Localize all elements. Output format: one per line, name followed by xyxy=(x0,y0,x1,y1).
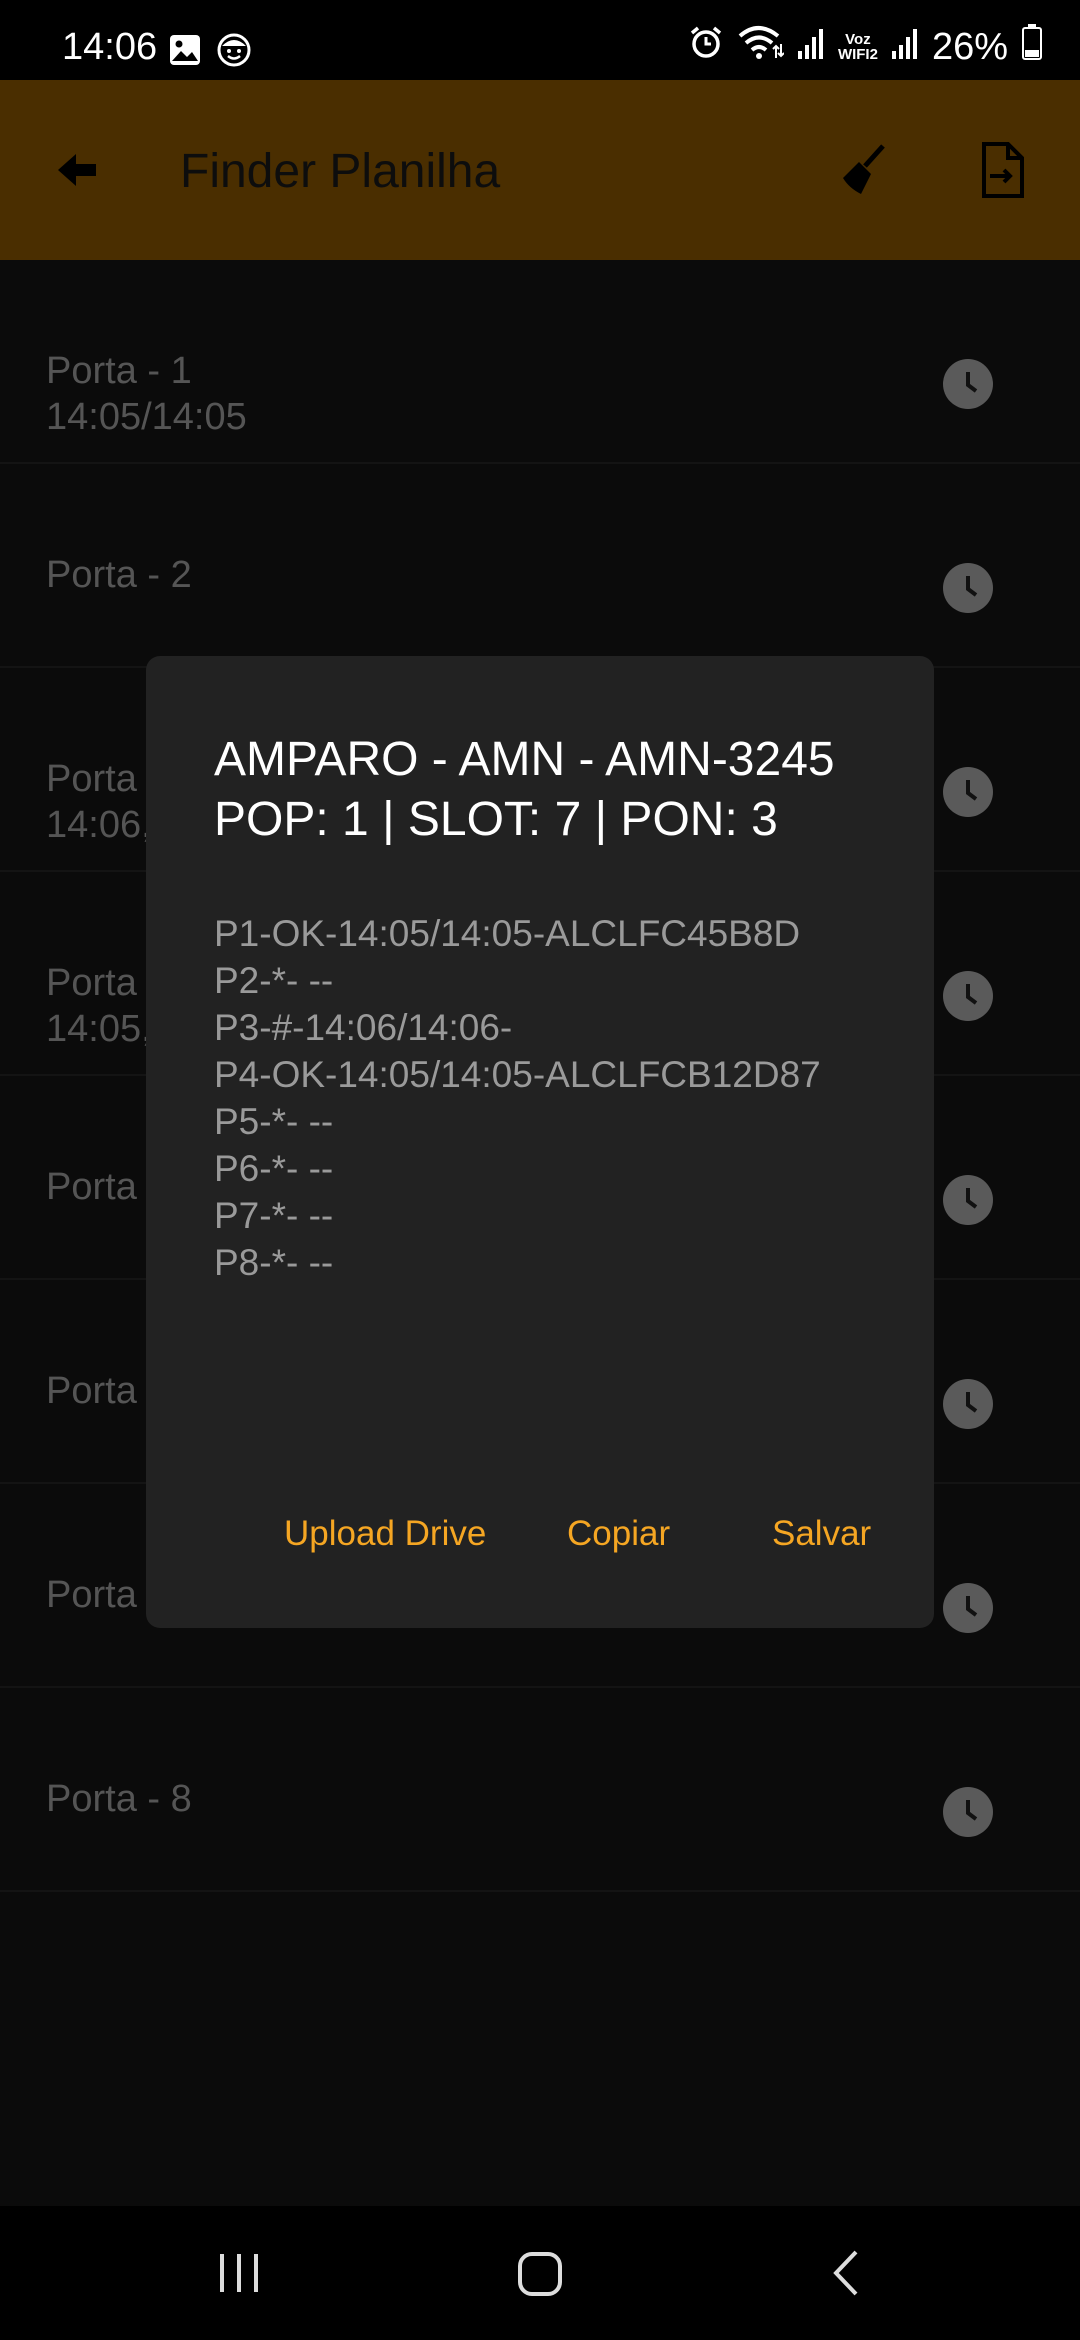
home-icon xyxy=(518,2252,562,2296)
port-line: P1-OK-14:05/14:05-ALCLFC45B8D xyxy=(214,913,801,954)
nav-back-button[interactable] xyxy=(828,2248,864,2303)
voz-wifi-icon: Voz WIFI2 xyxy=(837,31,878,63)
port-line: P5-*- -- xyxy=(214,1101,334,1142)
page-title: Finder Planilha xyxy=(180,145,501,198)
clock-icon[interactable] xyxy=(942,1174,994,1226)
chevron-left-icon xyxy=(833,2250,858,2296)
battery-icon xyxy=(1022,24,1042,70)
copy-button[interactable]: Copiar xyxy=(567,1514,670,1554)
alarm-icon xyxy=(688,24,724,70)
battery-percent: 26% xyxy=(931,25,1008,68)
clock-icon[interactable] xyxy=(942,358,994,410)
home-button[interactable] xyxy=(516,2250,564,2303)
list-item[interactable]: Porta - 1 14:05/14:05 xyxy=(0,260,1080,464)
clear-button[interactable] xyxy=(835,140,895,200)
clock-icon[interactable] xyxy=(942,766,994,818)
wifi-icon xyxy=(738,24,785,70)
image-icon xyxy=(168,33,202,72)
recents-button[interactable] xyxy=(216,2250,262,2301)
clock-icon[interactable] xyxy=(942,1378,994,1430)
export-file-button[interactable] xyxy=(972,140,1032,200)
port-line: P3-#-14:06/14:06- xyxy=(214,1007,513,1048)
arrow-left-icon xyxy=(58,154,96,186)
port-line: P6-*- -- xyxy=(214,1148,334,1189)
dialog-content: P1-OK-14:05/14:05-ALCLFC45B8D P2-*- -- P… xyxy=(214,910,914,1286)
recents-icon xyxy=(220,2254,258,2292)
signal-icon xyxy=(891,26,918,69)
port-line: P8-*- -- xyxy=(214,1242,334,1283)
file-export-icon xyxy=(982,142,1024,198)
clock-icon[interactable] xyxy=(942,1582,994,1634)
back-button[interactable] xyxy=(52,142,108,198)
upload-drive-button[interactable]: Upload Drive xyxy=(284,1514,486,1554)
port-line: P4-OK-14:05/14:05-ALCLFCB12D87 xyxy=(214,1054,821,1095)
face-icon xyxy=(216,32,252,73)
dialog-title: AMPARO - AMN - AMN-3245 POP: 1 | SLOT: 7… xyxy=(214,733,835,846)
clock-icon[interactable] xyxy=(942,970,994,1022)
port-line: P2-*- -- xyxy=(214,960,334,1001)
status-bar: 14:06 Voz WIFI2 26% xyxy=(0,0,1080,80)
dialog-actions: Upload Drive Copiar Salvar xyxy=(146,1514,934,1574)
broom-icon xyxy=(843,144,885,194)
save-button[interactable]: Salvar xyxy=(772,1514,871,1554)
app-bar: Finder Planilha xyxy=(0,80,1080,260)
system-nav-bar xyxy=(0,2206,1080,2340)
clock-icon[interactable] xyxy=(942,562,994,614)
port-line: P7-*- -- xyxy=(214,1195,334,1236)
status-time: 14:06 xyxy=(62,26,158,68)
list-item[interactable]: Porta - 8 xyxy=(0,1688,1080,1892)
list-item[interactable]: Porta - 2 xyxy=(0,464,1080,668)
result-dialog: AMPARO - AMN - AMN-3245 POP: 1 | SLOT: 7… xyxy=(146,656,934,1628)
signal-icon xyxy=(797,26,824,69)
clock-icon[interactable] xyxy=(942,1786,994,1838)
